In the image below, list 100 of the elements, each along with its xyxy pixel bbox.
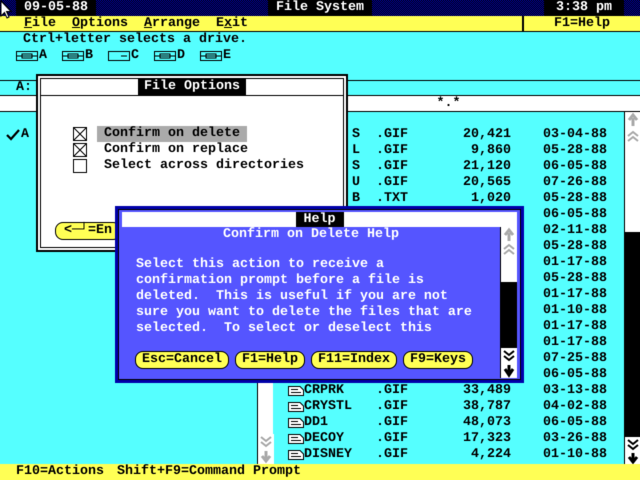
page-up-button[interactable]: [501, 243, 517, 255]
file-date: 07-25-88: [543, 351, 607, 366]
file-icon: [288, 386, 304, 396]
drive-button[interactable]: E: [200, 48, 231, 64]
file-name[interactable]: U: [352, 175, 360, 190]
date-text: 09-05-88: [16, 0, 96, 16]
file-extension: .GIF: [376, 143, 408, 158]
file-extension: .GIF: [376, 127, 408, 142]
file-name[interactable]: DISNEY: [304, 447, 352, 462]
scroll-down-button[interactable]: [501, 363, 517, 378]
file-name[interactable]: B: [352, 191, 360, 206]
floppy-drive-icon: [62, 51, 84, 61]
floppy-drive-icon: [16, 51, 38, 61]
file-date: 06-05-88: [543, 159, 607, 174]
file-size: 21,120: [463, 159, 511, 174]
tree-item[interactable]: A: [6, 127, 29, 143]
option-label[interactable]: Select across directories: [97, 158, 311, 174]
file-date: 05-28-88: [543, 239, 607, 254]
dialog-title: Help: [296, 212, 344, 227]
option-label[interactable]: Confirm on replace: [97, 142, 255, 158]
file-date: 01-10-88: [543, 447, 607, 462]
drive-button[interactable]: A: [16, 48, 47, 64]
help-button[interactable]: Esc=Cancel: [135, 351, 229, 369]
help-button[interactable]: F1=Help: [234, 351, 305, 369]
file-date: 02-11-88: [543, 223, 607, 238]
file-icon: [288, 450, 304, 460]
option-label[interactable]: Confirm on delete: [97, 126, 247, 142]
file-size: 17,323: [463, 431, 511, 446]
dialog-title: File Options: [138, 79, 246, 95]
file-date: 01-17-88: [543, 335, 607, 350]
file-date: 01-17-88: [543, 255, 607, 270]
hard-drive-icon: [108, 51, 130, 61]
file-name[interactable]: CRPRK: [304, 383, 344, 398]
file-extension: .TXT: [376, 191, 408, 206]
drive-hint: Ctrl+letter selects a drive.: [22, 32, 248, 48]
key-hint[interactable]: Shift+F9=Command Prompt: [116, 464, 301, 480]
checkbox[interactable]: [73, 143, 87, 157]
file-extension: .GIF: [376, 383, 408, 398]
window-title: File System: [268, 0, 372, 16]
file-extension: .GIF: [376, 159, 408, 174]
scroll-thumb[interactable]: [625, 232, 640, 437]
file-size: 1,020: [471, 191, 511, 206]
file-icon: [288, 402, 304, 412]
file-size: 4,224: [471, 447, 511, 462]
file-name[interactable]: DECOY: [304, 431, 344, 446]
help-button[interactable]: F11=Index: [310, 351, 397, 369]
file-date: 05-28-88: [543, 271, 607, 286]
file-date: 07-26-88: [543, 175, 607, 190]
file-icon: [288, 418, 304, 428]
help-heading: Confirm on Delete Help: [222, 227, 400, 243]
file-name[interactable]: DD1: [304, 415, 328, 430]
file-extension: .GIF: [376, 447, 408, 462]
page-down-button[interactable]: [625, 437, 640, 452]
file-date: 05-28-88: [543, 143, 607, 158]
file-date: 06-05-88: [543, 367, 607, 382]
help-text: Select this action to receive a confirmation prompt before a file is deleted. This is useful if you are not sure you want to delete the files that are selected. To select or deselect this: [135, 257, 473, 337]
help-key-hint[interactable]: F1=Help: [522, 16, 640, 31]
drive-button[interactable]: C: [108, 48, 139, 64]
path-text: A:: [16, 80, 32, 95]
file-size: 9,860: [471, 143, 511, 158]
scroll-down-button[interactable]: [625, 452, 640, 464]
file-size: 33,489: [463, 383, 511, 398]
checkbox[interactable]: [73, 127, 87, 141]
file-date: 03-13-88: [543, 383, 607, 398]
help-button[interactable]: F9=Keys: [402, 351, 473, 369]
key-hint[interactable]: F10=Actions: [16, 464, 104, 480]
file-extension: .GIF: [376, 175, 408, 190]
file-size: 38,787: [463, 399, 511, 414]
file-date: 05-28-88: [543, 191, 607, 206]
file-date: 03-04-88: [543, 127, 607, 142]
menu-item[interactable]: File: [24, 16, 56, 31]
menu-item[interactable]: Arrange: [144, 16, 200, 31]
floppy-drive-icon: [200, 51, 222, 61]
file-date: 01-17-88: [543, 287, 607, 302]
file-extension: .GIF: [376, 431, 408, 446]
file-size: 48,073: [463, 415, 511, 430]
file-date: 04-02-88: [543, 399, 607, 414]
menu-item[interactable]: Exit: [216, 16, 248, 31]
file-size: 20,421: [463, 127, 511, 142]
file-date: 01-10-88: [543, 303, 607, 318]
scroll-up-button[interactable]: [625, 112, 640, 128]
file-date: 06-05-88: [543, 207, 607, 222]
clock-text: 3:38 pm: [544, 0, 624, 16]
file-icon: [288, 434, 304, 444]
checkbox[interactable]: [73, 159, 87, 173]
drive-button[interactable]: B: [62, 48, 93, 64]
page-down-button[interactable]: [501, 348, 517, 363]
file-name[interactable]: L: [352, 143, 360, 158]
scroll-thumb[interactable]: [501, 255, 517, 282]
menu-item[interactable]: Options: [72, 16, 128, 31]
floppy-drive-icon: [154, 51, 176, 61]
file-date: 03-26-88: [543, 431, 607, 446]
file-date: 06-05-88: [543, 415, 607, 430]
file-extension: .GIF: [376, 399, 408, 414]
file-name[interactable]: S: [352, 127, 360, 142]
drive-button[interactable]: D: [154, 48, 185, 64]
file-date: 01-17-88: [543, 319, 607, 334]
file-name[interactable]: CRYSTL: [304, 399, 352, 414]
file-filter: *.*: [436, 96, 462, 111]
file-name[interactable]: S: [352, 159, 360, 174]
